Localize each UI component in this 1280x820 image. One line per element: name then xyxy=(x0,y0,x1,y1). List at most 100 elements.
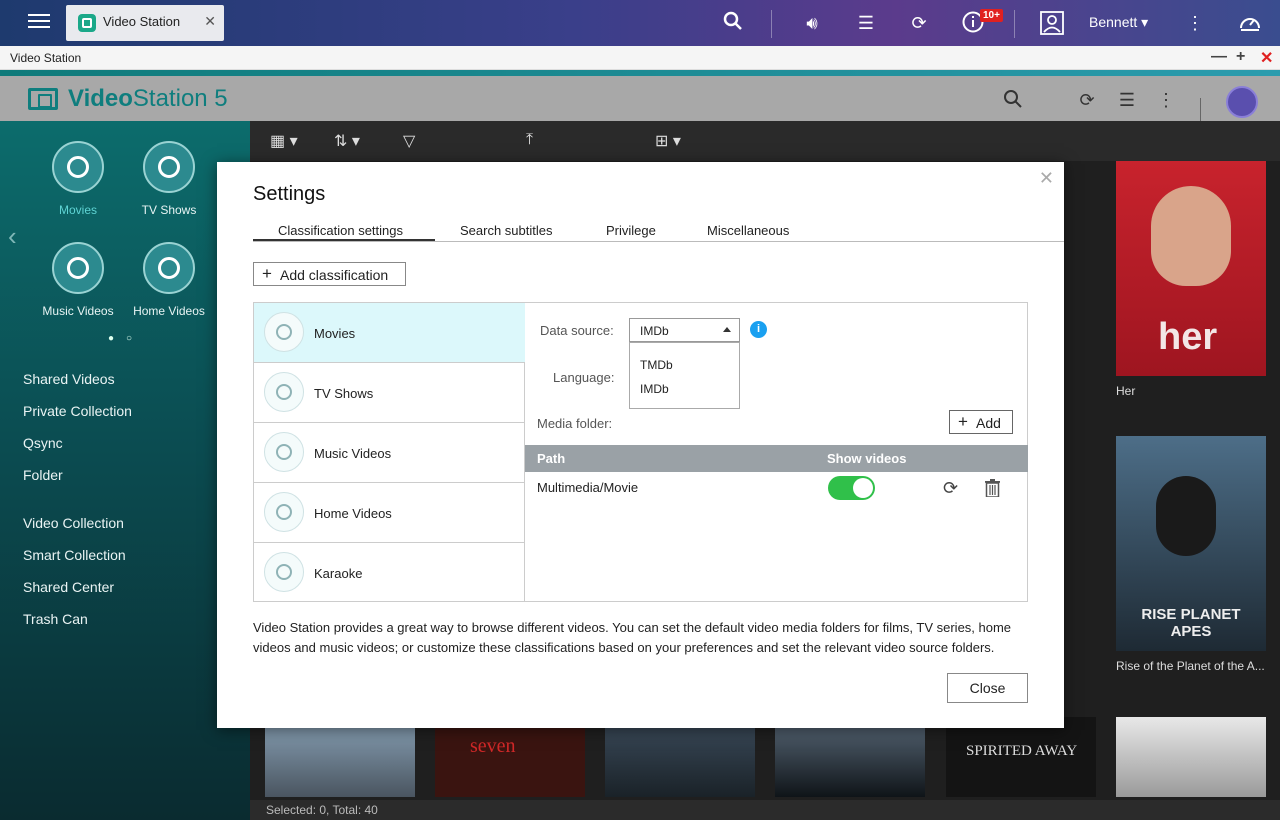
path-table-header: Path Show videos xyxy=(525,445,1028,472)
poster-image xyxy=(1116,717,1266,797)
show-videos-column-header: Show videos xyxy=(827,451,907,466)
video-station-logo-icon xyxy=(28,88,58,110)
sidebar-item-qsync[interactable]: Qsync xyxy=(23,435,63,451)
poster-caption: Rise of the Planet of the A... xyxy=(1116,659,1265,673)
tab-privilege[interactable]: Privilege xyxy=(606,223,656,241)
film-reel-icon xyxy=(52,141,104,193)
video-station-icon xyxy=(78,14,96,32)
tab-miscellaneous[interactable]: Miscellaneous xyxy=(707,223,789,241)
add-classification-button[interactable]: + Add classification xyxy=(253,262,406,286)
show-videos-toggle[interactable] xyxy=(828,476,875,500)
refresh-icon[interactable]: ⟳ xyxy=(1076,89,1098,111)
sidebar: ‹ Movies TV Shows Music Videos Home Vide… xyxy=(0,121,250,820)
music-video-icon xyxy=(52,242,104,294)
sidebar-item-shared-center[interactable]: Shared Center xyxy=(23,579,114,595)
poster-image xyxy=(265,717,415,797)
status-bar: Selected: 0, Total: 40 xyxy=(250,800,1280,820)
dropdown-option-imdb[interactable]: IMDb xyxy=(640,382,669,396)
stack-icon[interactable]: ☰ xyxy=(854,11,878,35)
classification-item-movies[interactable]: Movies xyxy=(254,303,525,363)
close-icon[interactable]: ✕ xyxy=(1039,168,1054,189)
upload-icon[interactable]: ⤒ xyxy=(526,131,533,149)
sidebar-item-video-collection[interactable]: Video Collection xyxy=(23,515,124,531)
poster-thumbnail[interactable] xyxy=(265,717,415,797)
page-dots[interactable]: ●○ xyxy=(108,333,144,344)
sidebar-category-music-videos[interactable]: Music Videos xyxy=(33,242,123,318)
poster-image xyxy=(775,717,925,797)
dropdown-option-tmdb[interactable]: TMDb xyxy=(640,358,673,372)
filter-icon[interactable]: ▽ xyxy=(403,131,415,151)
poster-image: seven xyxy=(435,717,585,797)
tab-label: Video Station xyxy=(103,14,181,29)
sidebar-item-trash-can[interactable]: Trash Can xyxy=(23,611,88,627)
separator xyxy=(1014,10,1015,38)
info-icon[interactable]: i xyxy=(750,321,767,338)
layout-icon[interactable]: ⊞ ▾ xyxy=(655,131,681,151)
microphone-icon xyxy=(264,552,304,592)
dashboard-icon[interactable] xyxy=(1238,11,1262,35)
poster-spirited-away[interactable]: SPIRITED AWAY xyxy=(946,717,1096,797)
poster-her[interactable]: her Her xyxy=(1116,161,1266,398)
sidebar-item-shared-videos[interactable]: Shared Videos xyxy=(23,371,115,387)
poster-image xyxy=(605,717,755,797)
data-source-dropdown: TMDb IMDb xyxy=(629,342,740,409)
search-icon[interactable] xyxy=(1002,89,1024,111)
poster-face xyxy=(1151,186,1231,286)
user-name-dropdown[interactable]: Bennett ▾ xyxy=(1089,14,1148,31)
data-source-select[interactable]: IMDb xyxy=(629,318,740,342)
app-title: VideoStation 5 xyxy=(68,85,228,112)
plus-icon: + xyxy=(262,264,272,283)
caret-up-icon xyxy=(723,327,731,332)
poster-art-text: seven xyxy=(470,735,516,757)
sidebar-category-home-videos[interactable]: Home Videos xyxy=(124,242,214,318)
volume-icon[interactable]: 🔊︎ xyxy=(800,11,824,35)
tab-search-subtitles[interactable]: Search subtitles xyxy=(460,223,553,241)
poster-figure xyxy=(1156,476,1216,556)
poster-thumbnail[interactable] xyxy=(1116,717,1266,797)
poster-rise-of-the-planet[interactable]: RISE PLANET APES Rise of the Planet of t… xyxy=(1116,436,1266,673)
language-label: Language: xyxy=(553,370,615,385)
classification-item-music-videos[interactable]: Music Videos xyxy=(254,423,525,483)
sidebar-category-movies[interactable]: Movies xyxy=(33,141,123,217)
os-top-bar: Video Station ✕ 🔊︎ ☰ ⟳ 10+ Bennett ▾ ⋮ xyxy=(0,0,1280,46)
poster-thumbnail[interactable] xyxy=(775,717,925,797)
content-toolbar: ▦ ▾ ⇅ ▾ ▽ ⤒ ⊞ ▾ xyxy=(250,121,1280,161)
maximize-icon[interactable]: + xyxy=(1236,48,1245,66)
refresh-icon[interactable]: ⟳ xyxy=(943,478,958,499)
poster-seven[interactable]: seven xyxy=(435,717,585,797)
trash-icon[interactable] xyxy=(985,479,1000,498)
chevron-left-icon[interactable]: ‹ xyxy=(8,221,17,252)
more-icon[interactable]: ⋮ xyxy=(1183,11,1207,35)
close-icon[interactable]: ✕ xyxy=(204,13,216,30)
tab-classification-settings[interactable]: Classification settings xyxy=(253,223,435,241)
film-reel-icon xyxy=(264,312,304,352)
sidebar-category-tv-shows[interactable]: TV Shows xyxy=(124,141,214,217)
sidebar-item-folder[interactable]: Folder xyxy=(23,467,63,483)
window-title: Video Station xyxy=(10,51,82,65)
grid-view-icon[interactable]: ▦ ▾ xyxy=(270,131,298,151)
add-media-folder-button[interactable]: + Add xyxy=(949,410,1013,434)
sort-icon[interactable]: ⇅ ▾ xyxy=(334,131,360,151)
poster-caption: Her xyxy=(1116,384,1136,398)
classification-item-tv-shows[interactable]: TV Shows xyxy=(254,363,525,423)
separator xyxy=(771,10,772,38)
cast-device-icon[interactable] xyxy=(1226,86,1258,118)
close-button[interactable]: Close xyxy=(947,673,1028,703)
user-icon[interactable] xyxy=(1040,11,1064,35)
task-stack-icon[interactable]: ☰ xyxy=(1116,89,1138,111)
sidebar-item-private-collection[interactable]: Private Collection xyxy=(23,403,132,419)
poster-thumbnail[interactable] xyxy=(605,717,755,797)
status-text: Selected: 0, Total: 40 xyxy=(266,803,378,817)
minimize-icon[interactable]: — xyxy=(1211,48,1227,66)
more-icon[interactable]: ⋮ xyxy=(1155,89,1177,111)
music-video-icon xyxy=(264,432,304,472)
menu-icon[interactable] xyxy=(28,10,50,32)
sync-icon[interactable]: ⟳ xyxy=(907,11,931,35)
classification-item-karaoke[interactable]: Karaoke xyxy=(254,543,525,601)
classification-item-home-videos[interactable]: Home Videos xyxy=(254,483,525,543)
search-icon[interactable] xyxy=(721,11,745,35)
sidebar-item-smart-collection[interactable]: Smart Collection xyxy=(23,547,126,563)
app-tab-video-station[interactable]: Video Station ✕ xyxy=(66,5,224,41)
poster-art-text: SPIRITED AWAY xyxy=(966,743,1078,759)
close-window-icon[interactable]: ✕ xyxy=(1260,48,1273,68)
